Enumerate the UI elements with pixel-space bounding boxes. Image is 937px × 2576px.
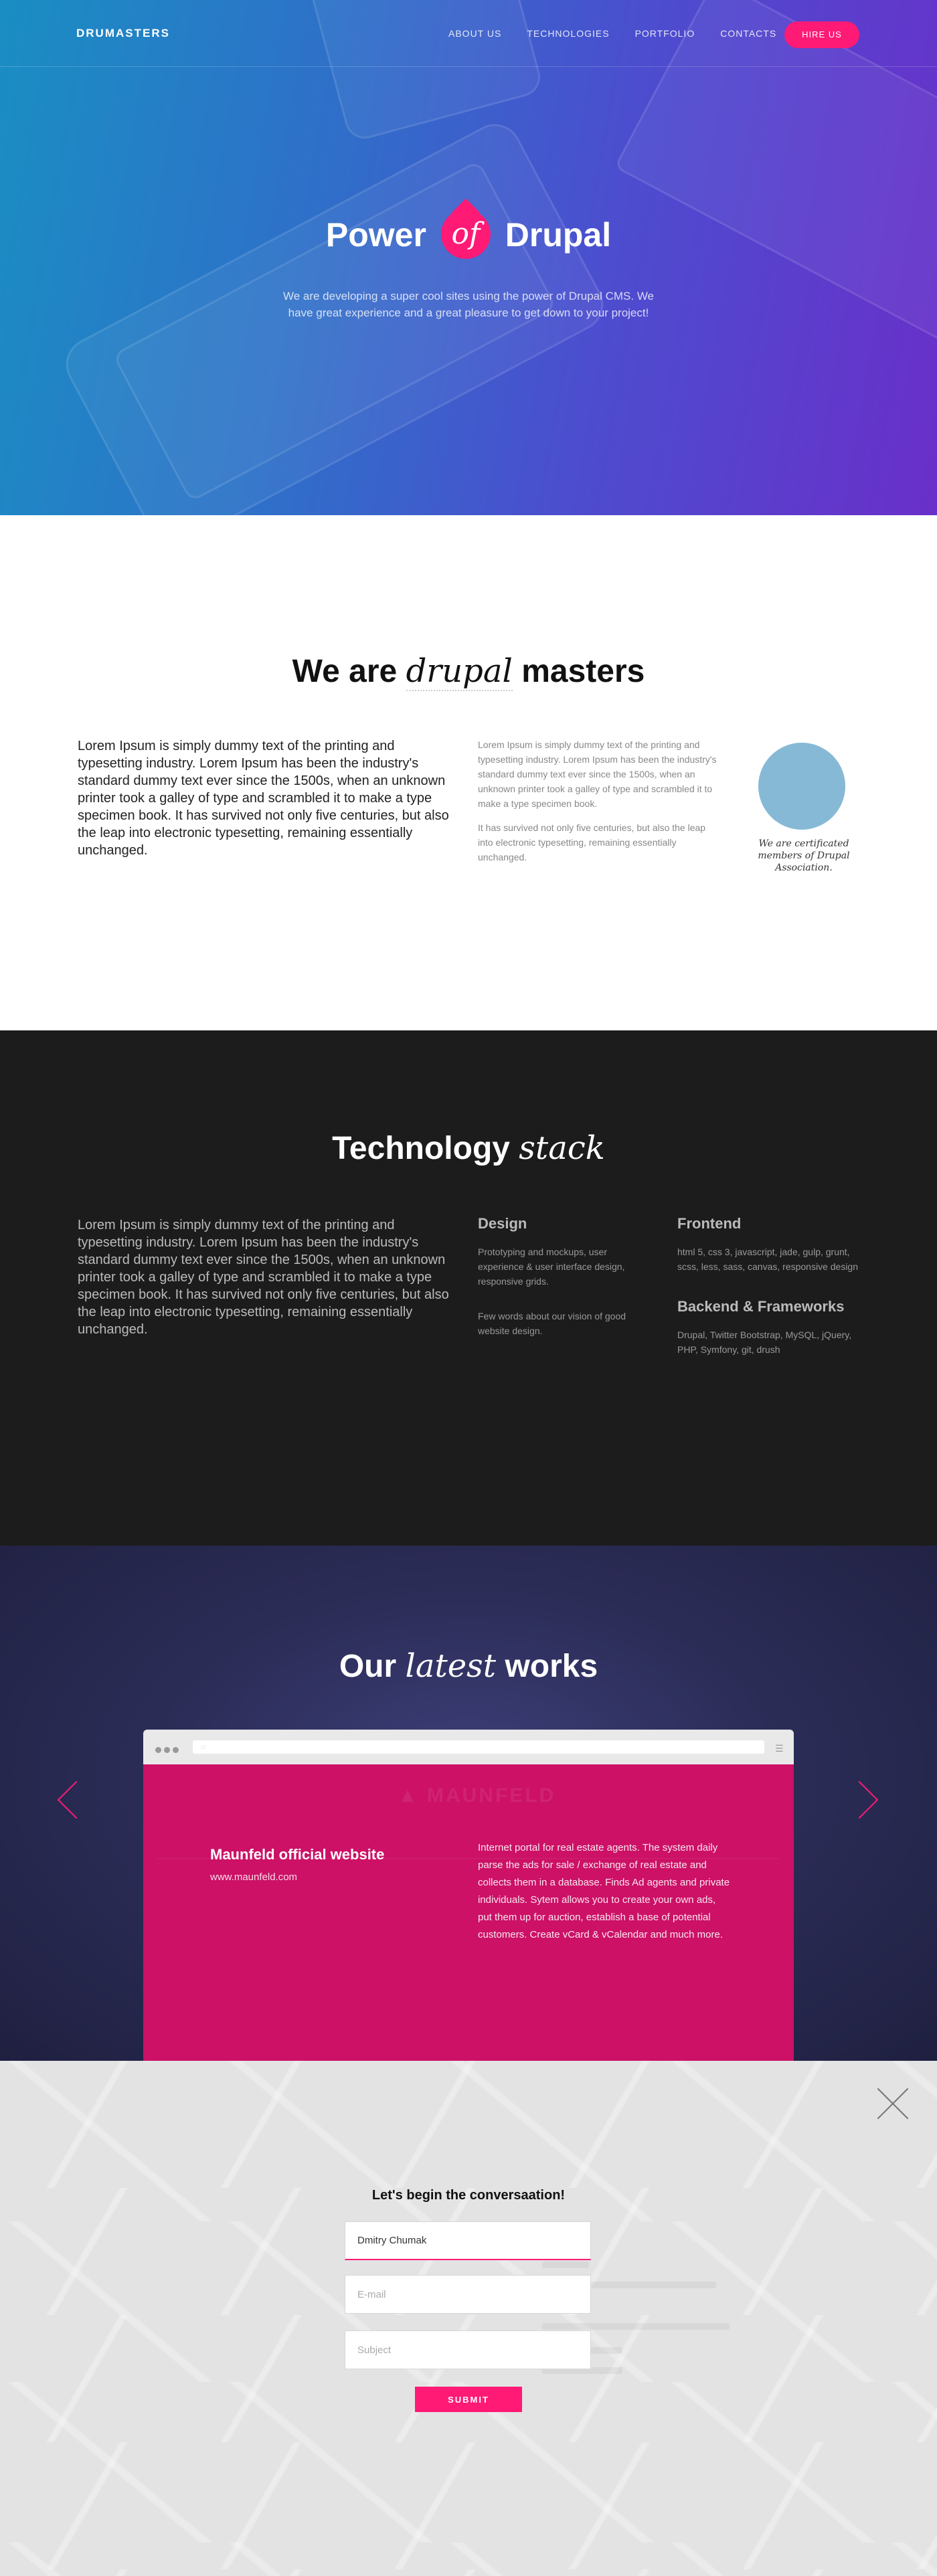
project-url[interactable]: www.maunfeld.com [210, 1871, 297, 1883]
about-title-start: We are [292, 654, 398, 689]
contact-overlay: Let's begin the conversaation! SUBMIT [0, 2061, 937, 2576]
hero-title: Power of Drupal [0, 209, 937, 259]
nav-item-contacts[interactable]: CONTACTS [720, 28, 776, 39]
backend-heading: Backend & Frameworks [677, 1298, 845, 1315]
hero-title-of: of [451, 216, 481, 251]
address-bar: ◌ [193, 1740, 764, 1754]
carousel-prev-icon[interactable] [57, 1780, 96, 1819]
close-icon[interactable] [877, 2088, 909, 2120]
map-background [0, 2061, 937, 2576]
tech-title-start: Technology [332, 1131, 510, 1166]
project-title[interactable]: Maunfeld official website [210, 1846, 384, 1863]
about-section: We are drupal masters Lorem Ipsum is sim… [0, 515, 937, 1030]
drupal-association-badge [758, 743, 845, 830]
nav-item-portfolio[interactable]: PORTFOLIO [635, 28, 695, 39]
about-paragraph-2: It has survived not only five centuries,… [478, 822, 706, 862]
contact-form-title: Let's begin the conversaation! [371, 2188, 566, 2203]
hamburger-icon: ☰ [775, 1743, 784, 1754]
works-section: Our latest works ◌ ☰ ▲ MAUNFELD ​ Maunfe… [0, 1546, 937, 2061]
about-paragraph-1: Lorem Ipsum is simply dummy text of the … [478, 739, 717, 809]
loading-icon: ◌ [201, 1742, 206, 1752]
hero-subtitle: We are developing a super cool sites usi… [282, 290, 655, 319]
design-heading: Design [478, 1215, 527, 1232]
works-title-start: Our [339, 1649, 397, 1684]
main-menu: ABOUT US TECHNOLOGIES PORTFOLIO CONTACTS [448, 28, 802, 39]
certification-caption: We are certificated members of Drupal As… [758, 838, 850, 873]
bg-text-line [542, 2262, 589, 2268]
nav-item-technologies[interactable]: TECHNOLOGIES [527, 28, 609, 39]
hero-title-power: Power [325, 216, 426, 254]
window-controls-icon [155, 1744, 181, 1756]
bg-text-line [542, 2323, 730, 2330]
maunfeld-logo-watermark: ▲ MAUNFELD [398, 1784, 556, 1807]
frontend-heading: Frontend [677, 1215, 742, 1232]
browser-toolbar: ◌ ☰ [143, 1730, 794, 1764]
about-title-italic: drupal [406, 652, 513, 691]
works-title-end: works [505, 1649, 598, 1684]
site-logo[interactable]: DRUMASTERS [76, 27, 170, 40]
carousel-next-icon[interactable] [840, 1780, 879, 1819]
email-field[interactable] [345, 2275, 591, 2314]
browser-mockup: ◌ ☰ ▲ MAUNFELD ​ Maunfeld official websi… [143, 1730, 794, 2061]
design-vision-text: Few words about our vision of good websi… [478, 1311, 626, 1336]
works-title: Our latest works [0, 1647, 937, 1685]
backend-text: Drupal, Twitter Bootstrap, MySQL, jQuery… [677, 1329, 852, 1355]
top-navigation: DRUMASTERS ABOUT US TECHNOLOGIES PORTFOL… [0, 0, 937, 67]
subject-field[interactable] [345, 2330, 591, 2369]
tech-lead-text: Lorem Ipsum is simply dummy text of the … [78, 1218, 449, 1337]
project-description: Internet portal for real estate agents. … [478, 1842, 730, 1940]
tech-title: Technology stack [0, 1129, 937, 1167]
hero-title-drupal: Drupal [505, 216, 612, 254]
frontend-text: html 5, css 3, javascript, jade, gulp, g… [677, 1247, 859, 1272]
about-column: Lorem Ipsum is simply dummy text of the … [478, 737, 719, 874]
technology-section: Technology stack Lorem Ipsum is simply d… [0, 1030, 937, 1546]
drupal-drop-badge: of [440, 209, 491, 259]
hire-us-button[interactable]: HIRE US [784, 21, 859, 48]
design-text: Prototyping and mockups, user experience… [478, 1247, 625, 1287]
tech-title-italic: stack [519, 1129, 605, 1167]
nav-item-about-us[interactable]: ABOUT US [448, 28, 501, 39]
project-slide[interactable]: ▲ MAUNFELD ​ Maunfeld official website w… [143, 1764, 794, 2061]
hero-section: DRUMASTERS ABOUT US TECHNOLOGIES PORTFOL… [0, 0, 937, 515]
works-title-italic: latest [405, 1647, 497, 1685]
about-title: We are drupal masters [0, 652, 937, 691]
about-lead-text: Lorem Ipsum is simply dummy text of the … [78, 739, 449, 858]
about-title-end: masters [521, 654, 645, 689]
name-field[interactable] [345, 2221, 591, 2260]
submit-button[interactable]: SUBMIT [415, 2387, 522, 2412]
